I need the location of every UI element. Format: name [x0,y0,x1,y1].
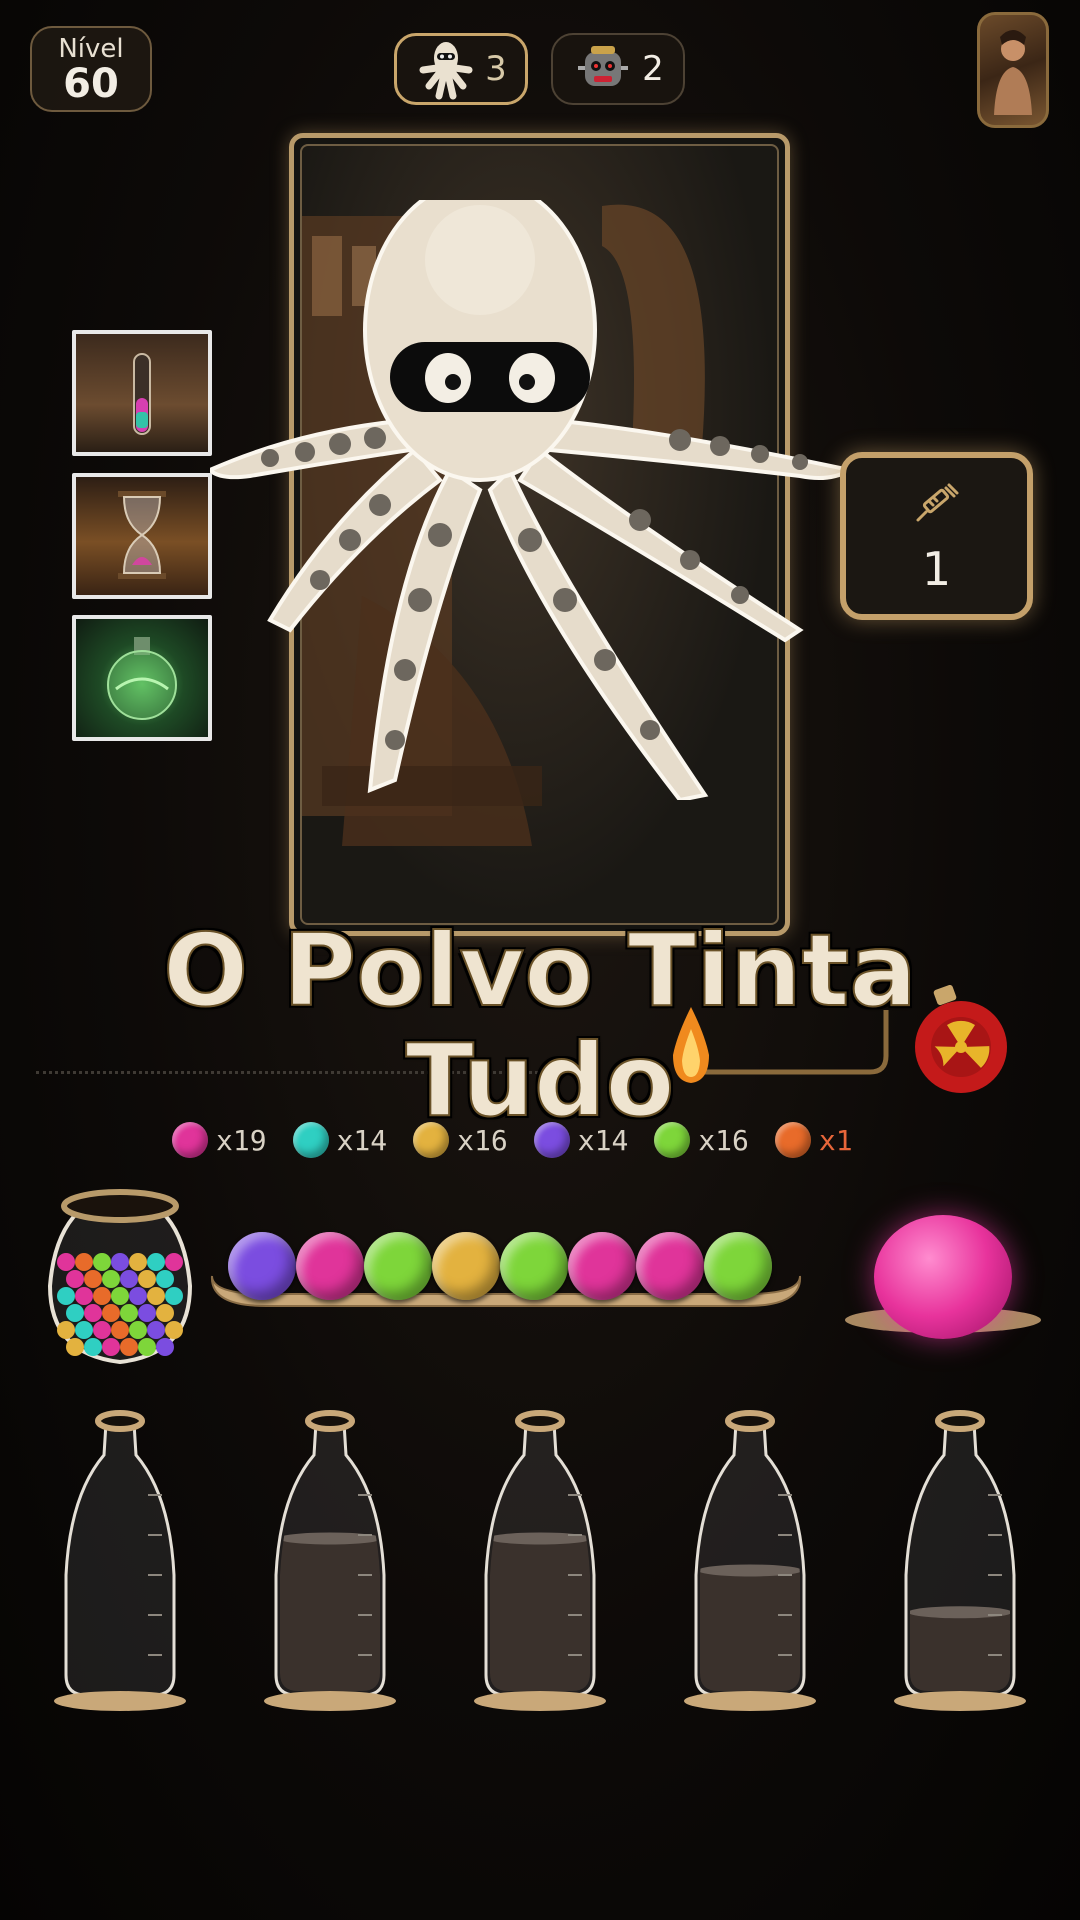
bottle-4[interactable] [680,1405,820,1715]
bottle-2[interactable] [260,1405,400,1715]
yellow-ball-icon [413,1122,450,1158]
ball-count-label: x14 [577,1123,629,1157]
jar-ball [84,1270,102,1288]
jar-ball [102,1304,120,1322]
ball-count-label: x16 [457,1123,508,1157]
test-tube-icon [133,353,151,435]
ingredient-thumb-test-tube[interactable] [72,330,212,456]
jar-ball [147,1287,165,1305]
green-ball-icon [654,1122,691,1158]
ball-queue-tray [206,1232,806,1316]
jar-ball [75,1321,93,1339]
character-title: O Polvo Tinta Tudo [162,912,918,1139]
ball-jar[interactable] [44,1186,196,1368]
jar-ball [75,1287,93,1305]
jar-ball [102,1338,120,1356]
ball-count-item: x19 [172,1122,267,1158]
jar-ball [120,1304,138,1322]
level-label: Nível [58,34,124,64]
queue-ball [432,1232,500,1300]
bottle-5[interactable] [890,1405,1030,1715]
queue-ball [296,1232,364,1300]
jar-ball [111,1287,129,1305]
robot-counter-button[interactable]: 2 [551,33,685,105]
jar-ball [165,1287,183,1305]
jar-ball [66,1338,84,1356]
jar-ball [156,1304,174,1322]
queue-ball [568,1232,636,1300]
queue-ball [704,1232,772,1300]
jar-ball [120,1270,138,1288]
ball-count-item: x1 [774,1122,853,1158]
ball-count-item: x14 [533,1122,629,1158]
jar-ball [57,1321,75,1339]
robot-icon [578,46,629,86]
jar-ball [102,1270,120,1288]
orange-ball-icon [774,1122,811,1158]
octopus-count: 3 [485,49,507,89]
jar-ball [84,1338,102,1356]
queue-ball [500,1232,568,1300]
syringe-icon [916,483,959,522]
ball-count-item: x14 [292,1122,388,1158]
queue-ball [636,1232,704,1300]
ball-count-label: x16 [698,1123,749,1157]
jar-ball [75,1253,93,1271]
jar-ball [120,1338,138,1356]
jar-ball [147,1253,165,1271]
octopus-character [210,200,850,800]
jar-ball [66,1304,84,1322]
jar-ball [57,1287,75,1305]
jar-ball [138,1270,156,1288]
jar-ball [93,1287,111,1305]
queue-ball [228,1232,296,1300]
booster-count: 1 [921,542,952,596]
teal-ball-icon [292,1122,329,1158]
bottle-3[interactable] [470,1405,610,1715]
jar-ball [129,1253,147,1271]
jar-ball [156,1338,174,1356]
jar-ball [84,1304,102,1322]
green-potion-icon [107,637,177,720]
jar-ball [156,1270,174,1288]
jar-ball [138,1304,156,1322]
robot-count: 2 [642,49,664,89]
ball-count-label: x19 [216,1123,267,1157]
level-number: 60 [63,61,119,107]
jar-ball [165,1253,183,1271]
level-badge: Nível 60 [30,26,152,112]
ball-count-item: x16 [413,1122,508,1158]
octopus-icon [419,42,473,100]
jar-ball [111,1321,129,1339]
jar-ball [93,1253,111,1271]
jar-ball [147,1321,165,1339]
jar-ball [129,1287,147,1305]
jar-ball [111,1253,129,1271]
profile-avatar-button[interactable] [977,12,1049,128]
syringe-booster-button[interactable]: 1 [840,452,1033,620]
jar-ball [93,1321,111,1339]
pink-ball-icon [172,1122,208,1158]
purple-ball-icon [533,1122,570,1158]
queue-ball [364,1232,432,1300]
bottle-1[interactable] [50,1405,190,1715]
ingredient-thumb-hourglass[interactable] [72,473,212,599]
avatar-portrait [994,30,1032,115]
ball-count-label: x1 [818,1123,853,1157]
jar-ball [57,1253,75,1271]
jar-ball [66,1270,84,1288]
hourglass-icon [118,491,166,579]
next-ball[interactable] [874,1215,1012,1339]
octopus-counter-button[interactable]: 3 [394,33,528,105]
jar-ball [138,1338,156,1356]
ingredient-thumb-potion[interactable] [72,615,212,741]
jar-ball [165,1321,183,1339]
jar-ball [129,1321,147,1339]
ball-count-label: x14 [336,1123,388,1157]
ball-count-list: x19 x14 x16 x14 x16 x1 [172,1122,853,1158]
ball-count-item: x16 [654,1122,749,1158]
